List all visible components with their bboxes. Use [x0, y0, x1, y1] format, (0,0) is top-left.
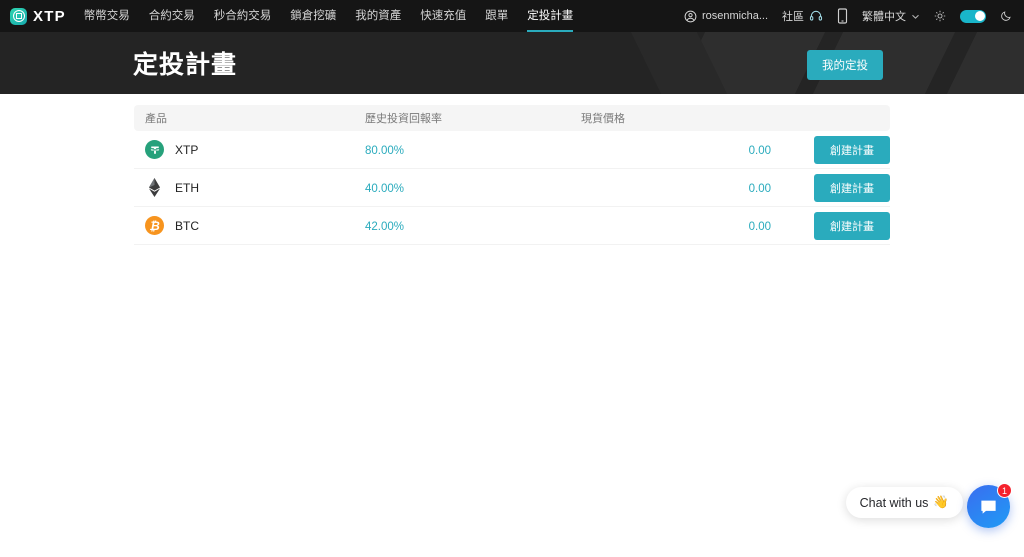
- roi-value: 42.00%: [365, 221, 404, 233]
- create-plan-button[interactable]: 創建計畫: [814, 136, 890, 164]
- cell-product: ₿ BTC: [134, 216, 317, 235]
- cell-action: 創建計畫: [780, 174, 890, 202]
- language-selector[interactable]: 繁體中文: [862, 8, 920, 24]
- theme-toggle-knob: [975, 11, 985, 21]
- table-row: ETH 40.00% 0.00 創建計畫: [134, 169, 890, 207]
- chevron-down-icon: [911, 12, 920, 21]
- nav-item-lock-mining[interactable]: 鎖倉挖礦: [290, 0, 336, 32]
- cell-price: 0.00: [571, 179, 780, 197]
- cell-price: 0.00: [571, 141, 780, 159]
- user-avatar-icon: [684, 10, 697, 23]
- nav-item-second-contract[interactable]: 秒合約交易: [214, 0, 272, 32]
- price-value: 0.00: [749, 183, 771, 195]
- community-label: 社區: [782, 8, 804, 24]
- nav-item-my-assets[interactable]: 我的資產: [355, 0, 401, 32]
- moon-icon[interactable]: [1000, 10, 1012, 22]
- cell-roi: 42.00%: [317, 217, 571, 235]
- chat-bubble-icon: [979, 497, 998, 516]
- product-symbol: BTC: [175, 219, 199, 233]
- nav-item-coin-trade[interactable]: 幣幣交易: [84, 0, 130, 32]
- cell-product: XTP: [134, 140, 317, 159]
- column-header-price: 現貨價格: [571, 110, 780, 126]
- roi-value: 40.00%: [365, 183, 404, 195]
- top-bar-right-controls: rosenmicha... 社區 繁體中文: [684, 8, 1014, 24]
- chat-prompt-text: Chat with us: [860, 496, 929, 510]
- nav-item-investment-plan[interactable]: 定投計畫: [527, 0, 573, 32]
- product-symbol: ETH: [175, 181, 199, 195]
- cell-product: ETH: [134, 178, 317, 197]
- chat-prompt-bubble[interactable]: Chat with us 👋: [846, 487, 963, 518]
- xtp-logo-icon: [10, 8, 27, 25]
- roi-value: 80.00%: [365, 145, 404, 157]
- theme-toggle[interactable]: [960, 10, 986, 23]
- table-header-row: 產品 歷史投資回報率 現貨價格: [134, 105, 890, 131]
- create-plan-button[interactable]: 創建計畫: [814, 212, 890, 240]
- sun-icon[interactable]: [934, 10, 946, 22]
- btc-coin-icon: ₿: [145, 216, 164, 235]
- cell-price: 0.00: [571, 217, 780, 235]
- page-banner: 定投計畫 我的定投: [0, 32, 1024, 94]
- user-account-menu[interactable]: rosenmicha...: [684, 10, 768, 23]
- column-header-product: 產品: [134, 110, 317, 126]
- waving-hand-icon: 👋: [933, 495, 949, 510]
- cell-action: 創建計畫: [780, 212, 890, 240]
- chat-launcher-button[interactable]: 1: [967, 485, 1010, 528]
- nav-item-quick-deposit[interactable]: 快速充值: [420, 0, 466, 32]
- price-value: 0.00: [749, 221, 771, 233]
- brand-name: XTP: [33, 8, 66, 25]
- mobile-app-icon[interactable]: [837, 8, 848, 24]
- table-row: ₿ BTC 42.00% 0.00 創建計畫: [134, 207, 890, 245]
- usdt-coin-icon: [145, 140, 164, 159]
- language-label: 繁體中文: [862, 8, 906, 24]
- community-link[interactable]: 社區: [782, 8, 823, 24]
- price-value: 0.00: [749, 145, 771, 157]
- top-navigation-bar: XTP 幣幣交易 合約交易 秒合約交易 鎖倉挖礦 我的資產 快速充值 跟單 定投…: [0, 0, 1024, 32]
- product-symbol: XTP: [175, 143, 198, 157]
- user-name: rosenmicha...: [702, 10, 768, 22]
- column-header-roi: 歷史投資回報率: [317, 110, 571, 126]
- create-plan-button[interactable]: 創建計畫: [814, 174, 890, 202]
- my-investment-plans-button[interactable]: 我的定投: [807, 50, 883, 80]
- brand-logo[interactable]: XTP: [10, 8, 66, 25]
- cell-roi: 40.00%: [317, 179, 571, 197]
- chat-unread-badge: 1: [997, 483, 1012, 498]
- nav-item-contract-trade[interactable]: 合約交易: [149, 0, 195, 32]
- nav-item-copy-trade[interactable]: 跟單: [485, 0, 508, 32]
- page-title: 定投計畫: [133, 45, 237, 81]
- table-row: XTP 80.00% 0.00 創建計畫: [134, 131, 890, 169]
- cell-action: 創建計畫: [780, 136, 890, 164]
- page-content: 產品 歷史投資回報率 現貨價格 XTP 80.00% 0.00: [0, 105, 1024, 245]
- cell-roi: 80.00%: [317, 141, 571, 159]
- eth-coin-icon: [145, 178, 164, 197]
- headset-icon: [809, 9, 823, 23]
- investment-plan-table: 產品 歷史投資回報率 現貨價格 XTP 80.00% 0.00: [134, 105, 890, 245]
- main-nav: 幣幣交易 合約交易 秒合約交易 鎖倉挖礦 我的資產 快速充值 跟單 定投計畫: [84, 0, 574, 32]
